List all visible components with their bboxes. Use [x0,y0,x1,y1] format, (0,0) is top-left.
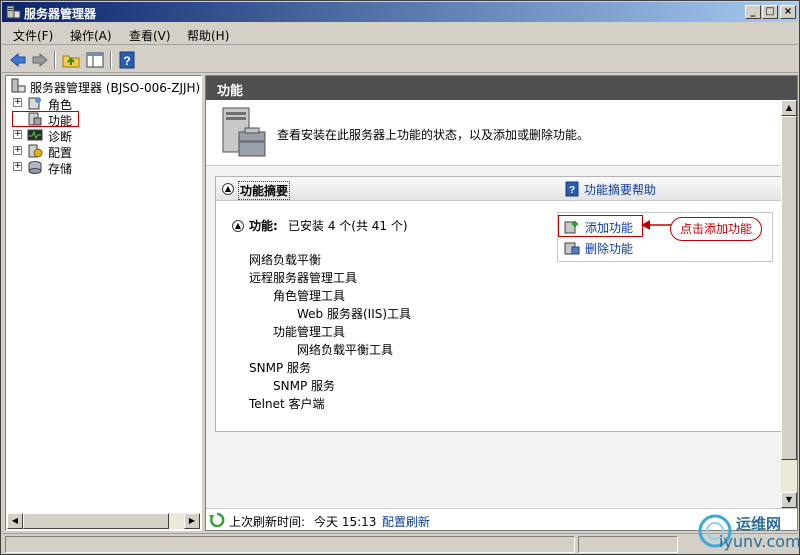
menu-view[interactable]: 查看(V) [129,27,171,44]
features-count: 已安装 4 个(共 41 个) [288,219,408,233]
feature-item: 远程服务器管理工具 [249,271,358,285]
feature-item: SNMP 服务 [249,361,311,375]
scroll-up-icon[interactable]: ▲ [781,100,797,116]
tree-item-storage[interactable]: + 存储 [13,159,193,176]
add-features-link[interactable]: 添加功能 [585,219,633,236]
toolbar-separator [110,51,112,69]
menu-bar: 文件(F) 操作(A) 查看(V) 帮助(H) [2,23,798,45]
scroll-down-icon[interactable]: ▼ [781,492,797,508]
tree-horizontal-scrollbar[interactable]: ◀ ▶ [7,513,200,529]
tree-item-label: 存储 [48,162,73,176]
svg-text:?: ? [569,185,575,196]
watermark-line1: 运维网 [736,515,782,533]
last-refresh-label: 上次刷新时间: [229,515,306,529]
watermark-line2: iyunv.com [719,532,800,551]
annotation-bubble: 点击添加功能 [670,217,762,241]
tree-item-configuration[interactable]: + 配置 [13,143,193,160]
toolbar-separator [54,51,56,69]
features-icon [28,112,42,126]
expand-icon[interactable]: + [13,162,22,171]
scroll-thumb[interactable] [781,116,797,460]
features-large-icon [222,107,266,157]
up-folder-icon[interactable] [61,50,81,70]
toolbar: ? [2,47,798,73]
refresh-icon [209,512,225,528]
summary-title[interactable]: 功能摘要 [238,181,291,200]
expand-icon[interactable]: + [13,130,22,139]
remove-features-icon [564,242,580,255]
forward-arrow-icon[interactable] [30,50,50,70]
features-banner: 查看安装在此服务器上功能的状态，以及添加或删除功能。 [206,100,797,166]
content-header: 功能 [206,76,797,100]
scroll-right-icon[interactable]: ▶ [184,513,200,529]
expand-icon[interactable]: + [13,98,22,107]
scroll-left-icon[interactable]: ◀ [7,513,23,529]
server-manager-app-icon [6,5,21,19]
tree-item-diagnostics[interactable]: + 诊断 [13,127,193,144]
last-refresh-value: 今天 15:13 [314,515,377,529]
restore-button[interactable]: □ [762,5,778,19]
feature-item: 角色管理工具 [273,289,346,303]
tree-item-roles[interactable]: + 角色 [13,95,193,112]
menu-help[interactable]: 帮助(H) [187,27,229,44]
remove-features-link[interactable]: 删除功能 [585,240,633,257]
summary-help-link[interactable]: 功能摘要帮助 [584,181,656,198]
content-vertical-scrollbar[interactable]: ▲ ▼ [781,100,797,508]
svg-text:?: ? [123,54,130,68]
title-bar[interactable]: 服务器管理器 _ □ × [2,2,798,22]
site-watermark: 运维网 iyunv.com [695,507,800,553]
navigation-tree: 服务器管理器 (BJSO-006-ZJJH) + 角色 功能 + 诊断 + 配置… [5,75,202,531]
feature-item: SNMP 服务 [273,379,335,393]
content-area: ▲ 功能摘要 ? 功能摘要帮助 ▲ 功能: 已安装 4 个(共 41 个) 网络… [206,167,797,507]
content-header-title: 功能 [217,84,244,99]
scroll-thumb[interactable] [23,513,169,529]
help-icon[interactable]: ? [117,50,137,70]
menu-file[interactable]: 文件(F) [13,27,53,44]
close-button[interactable]: × [780,5,796,19]
feature-item: Web 服务器(IIS)工具 [297,307,412,321]
feature-item: 网络负载平衡 [249,253,322,267]
tree-root-label: 服务器管理器 (BJSO-006-ZJJH) [30,81,201,95]
content-pane: 功能 查看安装在此服务器上功能的状态，以及添加或删除功能。 ▲ 功能摘要 ? 功… [205,75,798,531]
help-icon: ? [565,181,579,197]
window-status-bar [2,533,798,554]
roles-icon [28,97,41,110]
expand-icon[interactable]: + [13,146,22,155]
collapse-summary-icon[interactable]: ▲ [222,183,234,195]
banner-description: 查看安装在此服务器上功能的状态，以及添加或删除功能。 [277,128,590,142]
feature-item: 网络负载平衡工具 [297,343,394,357]
tree-item-features[interactable]: 功能 [13,111,193,128]
diagnostics-icon [27,129,43,141]
window-title: 服务器管理器 [24,7,97,21]
configure-refresh-link[interactable]: 配置刷新 [382,513,430,530]
feature-item: Telnet 客户端 [249,397,325,411]
feature-item: 功能管理工具 [273,325,346,339]
menu-action[interactable]: 操作(A) [70,27,112,44]
server-manager-window: 服务器管理器 _ □ × 文件(F) 操作(A) 查看(V) 帮助(H) ? 服… [0,0,800,555]
add-features-icon [564,221,578,234]
configuration-icon [28,144,43,158]
server-icon [11,78,26,93]
status-pane [5,536,575,553]
features-summary-section: ▲ 功能摘要 ? 功能摘要帮助 ▲ 功能: 已安装 4 个(共 41 个) 网络… [215,176,784,432]
back-arrow-icon[interactable] [8,50,28,70]
show-hide-tree-icon[interactable] [85,50,105,70]
collapse-features-icon[interactable]: ▲ [232,220,244,232]
features-heading: 功能: [249,219,278,233]
status-pane [578,536,678,553]
summary-header: ▲ 功能摘要 ? 功能摘要帮助 [216,177,783,201]
minimize-button[interactable]: _ [745,5,761,19]
storage-icon [28,161,42,174]
